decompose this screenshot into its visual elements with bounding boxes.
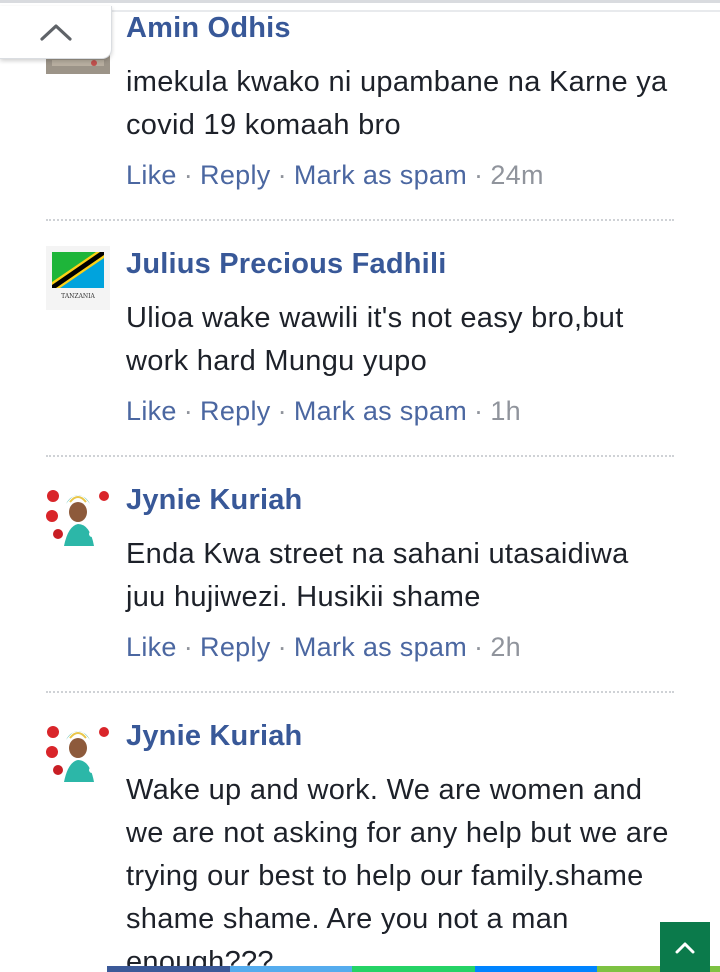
whatsapp-share-button[interactable] — [352, 966, 475, 972]
commenter-name[interactable]: Jynie Kuriah — [126, 720, 302, 753]
profile-photo-avatar — [46, 482, 110, 546]
reply-link[interactable]: Reply — [200, 632, 271, 662]
profile-photo-avatar — [46, 718, 110, 782]
comment-divider — [46, 219, 674, 221]
avatar[interactable]: TANZANIA — [46, 246, 110, 310]
comment-timestamp[interactable]: 24m — [490, 160, 543, 190]
separator: · — [277, 160, 287, 190]
reply-link[interactable]: Reply — [200, 396, 271, 426]
comment-actions: Like · Reply · Mark as spam · 1h — [126, 396, 521, 427]
separator: · — [277, 632, 287, 662]
mark-spam-link[interactable]: Mark as spam — [294, 160, 467, 190]
facebook-share-button[interactable] — [107, 966, 230, 972]
separator: · — [474, 632, 484, 662]
comment-divider — [46, 455, 674, 457]
comment-timestamp[interactable]: 1h — [490, 396, 521, 426]
avatar[interactable] — [46, 718, 110, 782]
separator: · — [183, 396, 194, 426]
like-link[interactable]: Like — [126, 632, 177, 662]
like-link[interactable]: Like — [126, 160, 177, 190]
separator: · — [474, 160, 484, 190]
flag-caption: TANZANIA — [61, 293, 95, 300]
comment-text: Enda Kwa street na sahani utasaidiwa juu… — [126, 538, 629, 613]
separator: · — [277, 396, 287, 426]
chevron-up-icon — [39, 24, 72, 41]
mark-spam-link[interactable]: Mark as spam — [294, 632, 467, 662]
commenter-name[interactable]: Jynie Kuriah — [126, 484, 302, 517]
share-bar — [107, 966, 720, 972]
separator: · — [183, 632, 194, 662]
messenger-share-button[interactable] — [474, 966, 598, 972]
collapse-button[interactable] — [0, 6, 112, 59]
comment-divider — [46, 691, 674, 693]
comment-item: Jynie Kuriah Wake up and work. We are wo… — [46, 708, 674, 972]
commenter-name[interactable]: Julius Precious Fadhili — [126, 248, 446, 281]
top-border — [0, 0, 720, 3]
avatar[interactable] — [46, 482, 110, 546]
mark-spam-link[interactable]: Mark as spam — [294, 396, 467, 426]
twitter-share-button[interactable] — [229, 966, 353, 972]
comment-actions: Like · Reply · Mark as spam · 24m — [126, 160, 544, 191]
reply-link[interactable]: Reply — [200, 160, 271, 190]
tanzania-flag-avatar: TANZANIA — [46, 246, 110, 310]
like-link[interactable]: Like — [126, 396, 177, 426]
scroll-to-top-button[interactable] — [660, 922, 710, 972]
separator: · — [183, 160, 194, 190]
comment-text: Ulioa wake wawili it's not easy bro,but … — [126, 302, 624, 377]
comment-text: Wake up and work. We are women and we ar… — [126, 774, 669, 972]
arrow-up-icon — [675, 942, 695, 954]
comment-text: imekula kwako ni upambane na Karne ya co… — [126, 66, 668, 141]
comments-page: Amin Odhis imekula kwako ni upambane na … — [0, 0, 720, 972]
comment-timestamp[interactable]: 2h — [490, 632, 521, 662]
comment-actions: Like · Reply · Mark as spam · 2h — [126, 632, 521, 663]
commenter-name[interactable]: Amin Odhis — [126, 12, 291, 45]
separator: · — [474, 396, 484, 426]
